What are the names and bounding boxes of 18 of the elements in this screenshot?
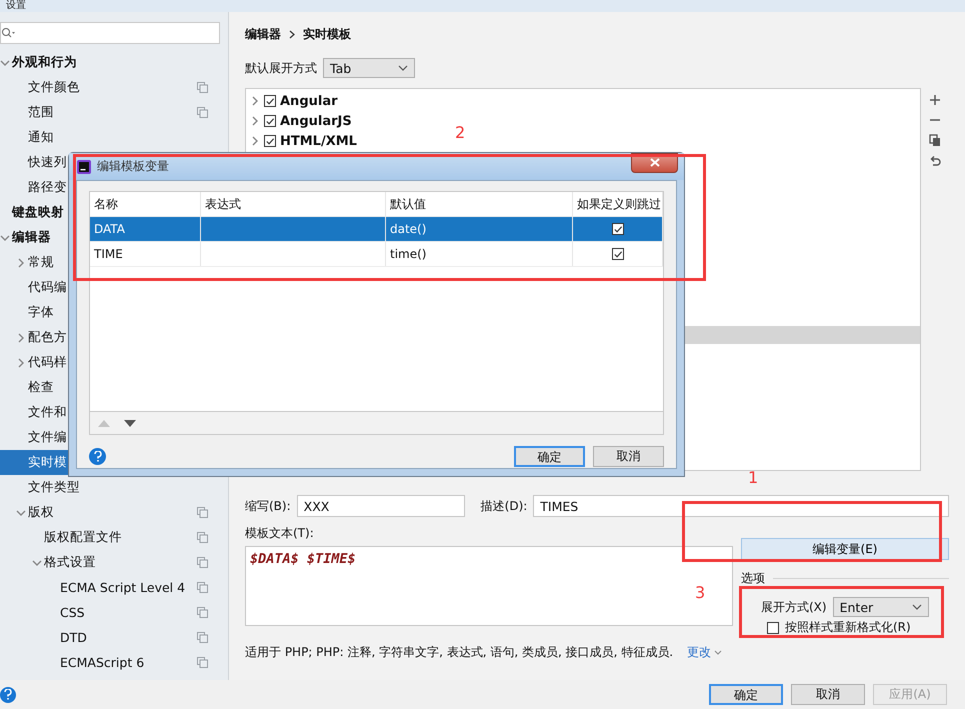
breadcrumb-item: 实时模板 (303, 26, 351, 42)
context-text: 适用于 PHP; PHP: 注释, 字符串文字, 表达式, 语句, 类成员, 接口成员, 特征成员. (245, 644, 674, 661)
group-label: 选项 (741, 570, 765, 587)
table-cell: time() (386, 242, 573, 266)
table-cell: DATA (90, 217, 201, 241)
table-cell: TIME (90, 242, 201, 266)
checkbox-label: 按照样式重新格式化(R) (785, 619, 911, 636)
field-label: 缩写(B): (245, 498, 291, 514)
field-label: 描述(D): (480, 498, 528, 514)
field-label: 展开方式(X) (761, 598, 827, 616)
field-label: 默认展开方式 (245, 60, 317, 76)
annotation-number: 1 (748, 470, 758, 486)
dialog-title: 编辑模板变量 (97, 158, 170, 175)
table-cell: date() (386, 217, 573, 241)
field-label: 模板文本(T): (245, 526, 314, 540)
annotation-number: 3 (695, 585, 706, 601)
window-title: 设置 (6, 0, 26, 12)
annotation-number: 2 (455, 125, 466, 141)
